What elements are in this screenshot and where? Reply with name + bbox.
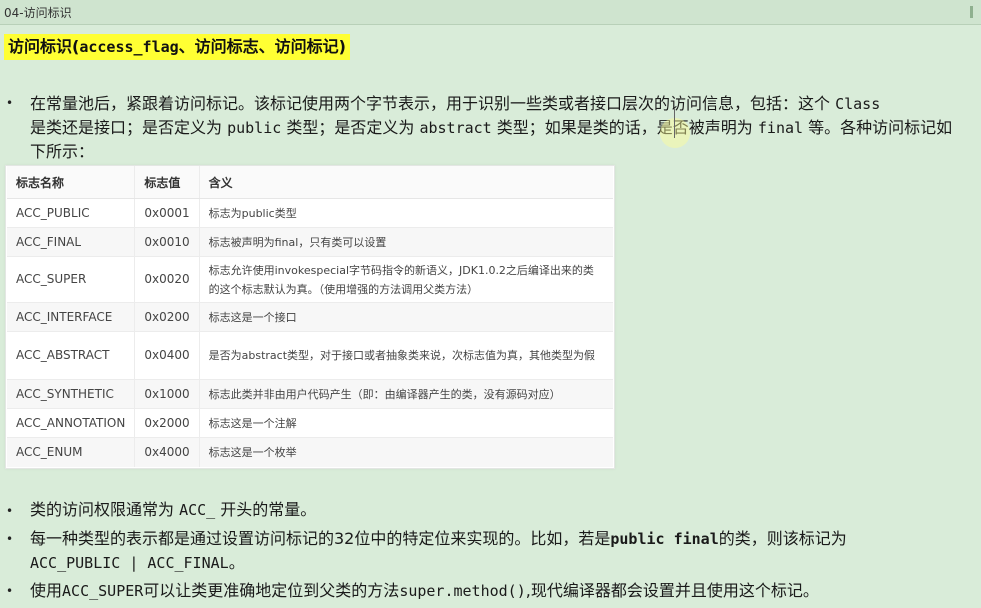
- para-text: 的类，则该标记为: [718, 529, 847, 548]
- flag-value: 0x0200: [134, 302, 200, 332]
- flag-value: 0x1000: [134, 379, 200, 409]
- flag-name: ACC_ABSTRACT: [7, 331, 136, 380]
- column-header: 含义: [199, 166, 613, 199]
- table-row: ACC_PUBLIC 0x0001 标志为public类型: [7, 198, 613, 228]
- bullet-paragraph: 使用ACC_SUPER可以让类更准确地定位到父类的方法super.method(…: [30, 579, 965, 603]
- flag-meaning: 标志这是一个枚举: [199, 437, 613, 467]
- para-code: super.method(): [399, 582, 526, 600]
- para-text: 开头的常量。: [215, 500, 317, 519]
- heading-code: access_flag: [79, 38, 179, 56]
- flag-name: ACC_FINAL: [7, 227, 136, 257]
- table-row: ACC_SYNTHETIC 0x1000 标志此类并非由用户代码产生（即：由编译…: [7, 379, 613, 409]
- para-code: ACC_PUBLIC | ACC_FINAL: [30, 554, 229, 572]
- heading-suffix: 、访问标志、访问标记): [178, 37, 346, 56]
- flag-value: 0x0400: [134, 331, 200, 380]
- table-header-row: 标志名称 标志值 含义: [7, 166, 613, 199]
- bullet-marker: •: [6, 532, 14, 546]
- table-row: ACC_ANNOTATION 0x2000 标志这是一个注解: [7, 408, 613, 438]
- para-code: Class: [835, 95, 881, 113]
- text-cursor: [674, 108, 675, 138]
- intro-paragraph: 在常量池后，紧跟着访问标记。该标记使用两个字节表示，用于识别一些类或者接口层次的…: [30, 92, 965, 163]
- flag-name: ACC_SYNTHETIC: [7, 379, 136, 409]
- para-text: 类型；是否定义为: [281, 118, 420, 137]
- bullet-marker: •: [6, 504, 14, 518]
- flag-name: ACC_ENUM: [7, 437, 136, 467]
- flag-meaning: 标志为public类型: [199, 198, 613, 228]
- heading-prefix: 访问标识(: [8, 37, 80, 56]
- para-code: public: [227, 119, 282, 137]
- para-text: 在常量池后，紧跟着访问标记。该标记使用两个字节表示，用于识别一些类或者接口层次的…: [30, 94, 836, 113]
- flag-meaning: 标志被声明为final，只有类可以设置: [199, 227, 613, 257]
- table-row: ACC_FINAL 0x0010 标志被声明为final，只有类可以设置: [7, 227, 613, 257]
- flag-name: ACC_ANNOTATION: [7, 408, 136, 438]
- bullet-paragraph: 类的访问权限通常为 ACC_ 开头的常量。: [30, 498, 965, 522]
- table-row: ACC_ABSTRACT 0x0400 是否为abstract类型，对于接口或者…: [7, 331, 613, 380]
- window-title-bar: 04-访问标识: [0, 0, 981, 25]
- flag-value: 0x0001: [134, 198, 200, 228]
- para-text: 类的访问权限通常为: [30, 500, 180, 519]
- para-text: 使用: [30, 581, 63, 600]
- para-text: 是类还是接口；是否定义为: [30, 118, 228, 137]
- para-code: public final: [610, 530, 719, 548]
- window-title: 04-访问标识: [4, 6, 72, 20]
- flag-meaning: 是否为abstract类型，对于接口或者抽象类来说，次标志值为真，其他类型为假: [199, 331, 613, 380]
- bullet-paragraph: 每一种类型的表示都是通过设置访问标记的32位中的特定位来实现的。比如，若是pub…: [30, 527, 965, 575]
- bullet-marker: •: [6, 96, 14, 110]
- flag-meaning: 标志这是一个注解: [199, 408, 613, 438]
- access-flags-table: 标志名称 标志值 含义 ACC_PUBLIC 0x0001 标志为public类…: [5, 165, 615, 469]
- flag-meaning: 标志允许使用invokespecial字节码指令的新语义，JDK1.0.2之后编…: [199, 256, 613, 303]
- para-code: final: [757, 119, 804, 137]
- para-text: 可以让类更准确地定位到父类的方法: [143, 581, 400, 600]
- column-header: 标志名称: [7, 166, 136, 199]
- flag-name: ACC_SUPER: [7, 256, 136, 303]
- para-text: 类型；如果是类的话，是否被声明为: [491, 118, 758, 137]
- para-code: abstract: [419, 119, 492, 137]
- para-code: ACC_SUPER: [62, 582, 144, 600]
- table-row: ACC_ENUM 0x4000 标志这是一个枚举: [7, 437, 613, 467]
- column-header: 标志值: [134, 166, 200, 199]
- para-text: 。: [228, 553, 245, 572]
- table-row: ACC_SUPER 0x0020 标志允许使用invokespecial字节码指…: [7, 256, 613, 303]
- scroll-edge: [970, 6, 973, 18]
- para-code: ACC_: [179, 501, 216, 519]
- bullet-marker: •: [6, 584, 14, 598]
- flag-meaning: 标志此类并非由用户代码产生（即：由编译器产生的类，没有源码对应）: [199, 379, 613, 409]
- flag-value: 0x2000: [134, 408, 200, 438]
- flag-name: ACC_INTERFACE: [7, 302, 136, 332]
- cursor-highlight: [660, 118, 690, 148]
- flag-name: ACC_PUBLIC: [7, 198, 136, 228]
- section-heading: 访问标识(access_flag、访问标志、访问标记): [4, 34, 350, 60]
- flag-meaning: 标志这是一个接口: [199, 302, 613, 332]
- table-row: ACC_INTERFACE 0x0200 标志这是一个接口: [7, 302, 613, 332]
- flag-value: 0x0020: [134, 256, 200, 303]
- flag-value: 0x0010: [134, 227, 200, 257]
- flag-value: 0x4000: [134, 437, 200, 467]
- para-text: 每一种类型的表示都是通过设置访问标记的32位中的特定位来实现的。比如，若是: [30, 529, 611, 548]
- para-text: ,现代编译器都会设置并且使用这个标记。: [525, 581, 819, 600]
